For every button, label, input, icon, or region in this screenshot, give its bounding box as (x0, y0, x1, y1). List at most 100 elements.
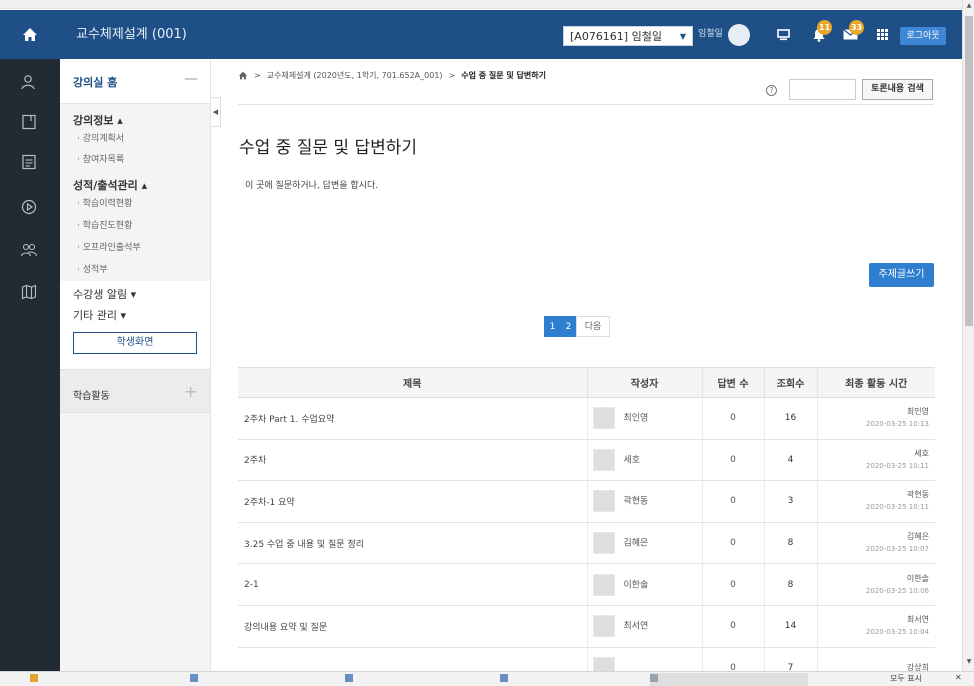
course-title[interactable]: 교수체제설계 (001) (76, 10, 187, 59)
table-row[interactable]: 2주차 Part 1. 수업요약 최인영 0 16 최인영 2020-03-25 … (238, 397, 935, 440)
topic-title[interactable]: 강의내용 요약 및 질문 (238, 605, 587, 648)
author-name[interactable]: 이한솔 (624, 580, 649, 590)
author-name[interactable]: 김혜은 (624, 539, 649, 549)
next-page-button[interactable]: 다음 (576, 316, 610, 337)
menu-item-participants[interactable]: · 참여자목록 (77, 152, 124, 165)
logout-button[interactable]: 로그아웃 (900, 27, 946, 45)
last-activity: 최서연 2020-03-25 10:04 (816, 605, 935, 648)
view-count: 16 (763, 397, 817, 440)
author-name[interactable]: 최인영 (624, 414, 649, 424)
col-replies-header: 답변 수 (701, 367, 764, 398)
menu-section-course-info[interactable]: 강의정보 ▴ (73, 112, 123, 128)
menu-item-gradebook[interactable]: · 성적부 (77, 262, 108, 275)
avatar (592, 448, 615, 471)
last-activity: 세호 2020-03-25 10:11 (816, 439, 935, 482)
top-header: 교수체제설계 (001) [A076161] 임철일 ▼ 임철일 11 33 로… (0, 10, 962, 59)
search-button[interactable]: 토론내용 검색 (862, 79, 933, 100)
show-all-button[interactable]: 모두 표시 (890, 673, 936, 686)
rail-item-board[interactable] (18, 151, 40, 173)
menu-item-other-settings[interactable]: 기타 관리 ▾ (73, 307, 126, 323)
divider (238, 104, 934, 105)
menu-item-student-notice[interactable]: 수강생 알림 ▾ (73, 286, 136, 302)
col-views-header: 조회수 (763, 367, 817, 398)
grid-icon (876, 29, 888, 40)
last-activity-user: 곽현동 (906, 490, 929, 500)
icon-rail (0, 59, 60, 671)
view-count: 3 (763, 480, 817, 523)
topic-title[interactable]: 2-1 (238, 563, 587, 606)
scrollbar-thumb[interactable] (965, 16, 973, 326)
topic-title[interactable]: 3.25 수업 중 내용 및 질문 정리 (238, 522, 587, 565)
rail-item-group[interactable] (18, 239, 40, 261)
search-input[interactable] (789, 79, 856, 100)
home-icon[interactable] (238, 71, 248, 80)
file-icon (650, 673, 658, 682)
plus-icon[interactable]: + (184, 382, 197, 401)
file-icon (190, 673, 198, 682)
download-item[interactable] (650, 673, 808, 686)
breadcrumb-course[interactable]: 교수체제설계 (2020년도, 1학기, 701.652A_001) (267, 70, 443, 81)
avatar[interactable] (728, 24, 750, 46)
menu-item-learning-progress[interactable]: · 학습진도현황 (77, 218, 132, 231)
menu-section-grades[interactable]: 성적/출석관리 ▴ (73, 177, 147, 193)
course-home-row[interactable]: 강의실 홈 — (60, 59, 210, 104)
table-row[interactable]: 2주차-1 요약 곽현동 0 3 곽현동 2020-03-25 10:11 (238, 480, 935, 523)
user-role-select[interactable]: [A076161] 임철일 ▼ (563, 26, 693, 46)
col-title-header: 제목 (238, 367, 587, 398)
reply-count: 0 (701, 439, 764, 482)
reply-count: 0 (701, 605, 764, 648)
home-button[interactable] (0, 10, 60, 59)
course-menu: 강의실 홈 — 강의정보 ▴ · 강의계획서 · 참여자목록 성적/출석관리 ▴… (60, 59, 211, 671)
reply-count: 0 (701, 522, 764, 565)
col-last-activity-header: 최종 활동 시간 (816, 367, 935, 398)
last-activity-user: 세호 (914, 448, 929, 458)
message-count-badge: 33 (849, 20, 865, 35)
rail-item-people[interactable] (18, 71, 40, 93)
topic-title[interactable]: 2주차 Part 1. 수업요약 (238, 397, 587, 440)
dashboard-button[interactable] (774, 10, 792, 59)
last-activity-time: 2020-03-25 10:11 (865, 503, 929, 512)
reply-count: 0 (701, 563, 764, 606)
author-name[interactable]: 세호 (624, 455, 641, 465)
last-activity-time: 2020-03-25 10:11 (865, 461, 929, 470)
breadcrumb-separator: > (254, 71, 261, 80)
learning-activities-row[interactable]: 학습활동 + (60, 369, 210, 413)
download-item[interactable] (190, 673, 330, 686)
help-icon[interactable]: ? (766, 85, 777, 96)
avatar (592, 573, 615, 596)
download-item[interactable] (30, 673, 170, 686)
last-activity-time: 2020-03-25 10:13 (865, 420, 929, 429)
table-row[interactable]: 3.25 수업 중 내용 및 질문 정리 김혜은 0 8 김혜은 2020-03-… (238, 522, 935, 565)
scroll-down-icon[interactable]: ▼ (965, 658, 973, 665)
author-name[interactable]: 곽현동 (624, 497, 649, 507)
table-row[interactable]: 강의내용 요약 및 질문 최서연 0 14 최서연 2020-03-25 10:0… (238, 605, 935, 648)
chevron-left-icon: ◀ (212, 108, 219, 116)
table-row[interactable]: 2-1 이한솔 0 8 이한솔 2020-03-25 10:06 (238, 563, 935, 606)
close-icon[interactable]: ✕ (955, 673, 969, 686)
rail-item-media[interactable] (18, 196, 40, 218)
download-item[interactable] (345, 673, 485, 686)
collapse-icon[interactable]: — (184, 71, 198, 87)
apps-menu-button[interactable] (874, 10, 890, 59)
file-icon (30, 673, 38, 682)
download-item[interactable] (500, 673, 640, 686)
page-2-button[interactable]: 2 (560, 316, 577, 337)
menu-item-learning-history[interactable]: · 학습이력현황 (77, 196, 132, 209)
menu-item-offline-attendance[interactable]: · 오프라인출석부 (77, 240, 141, 253)
page-title: 수업 중 질문 및 답변하기 (239, 138, 418, 158)
rail-item-book[interactable] (18, 111, 40, 133)
topic-title[interactable]: 2주차-1 요약 (238, 480, 587, 523)
student-view-button[interactable]: 학생화면 (73, 332, 197, 354)
scroll-up-icon[interactable]: ▲ (965, 2, 973, 9)
topic-title[interactable]: 2주차 (238, 439, 587, 482)
user-name[interactable]: 임철일 (698, 10, 723, 59)
vertical-scrollbar[interactable]: ▲ ▼ (962, 0, 974, 671)
table-row[interactable]: 2주차 세호 0 4 세호 2020-03-25 10:11 (238, 439, 935, 482)
new-topic-button[interactable]: 주제글쓰기 (869, 263, 934, 287)
page-1-button[interactable]: 1 (544, 316, 561, 337)
rail-item-map[interactable] (18, 281, 40, 303)
sidebar-collapse-tab[interactable]: ◀ (211, 97, 221, 127)
menu-item-syllabus[interactable]: · 강의계획서 (77, 131, 124, 144)
learning-activities-label: 학습활동 (73, 391, 110, 402)
author-name[interactable]: 최서연 (624, 622, 649, 632)
